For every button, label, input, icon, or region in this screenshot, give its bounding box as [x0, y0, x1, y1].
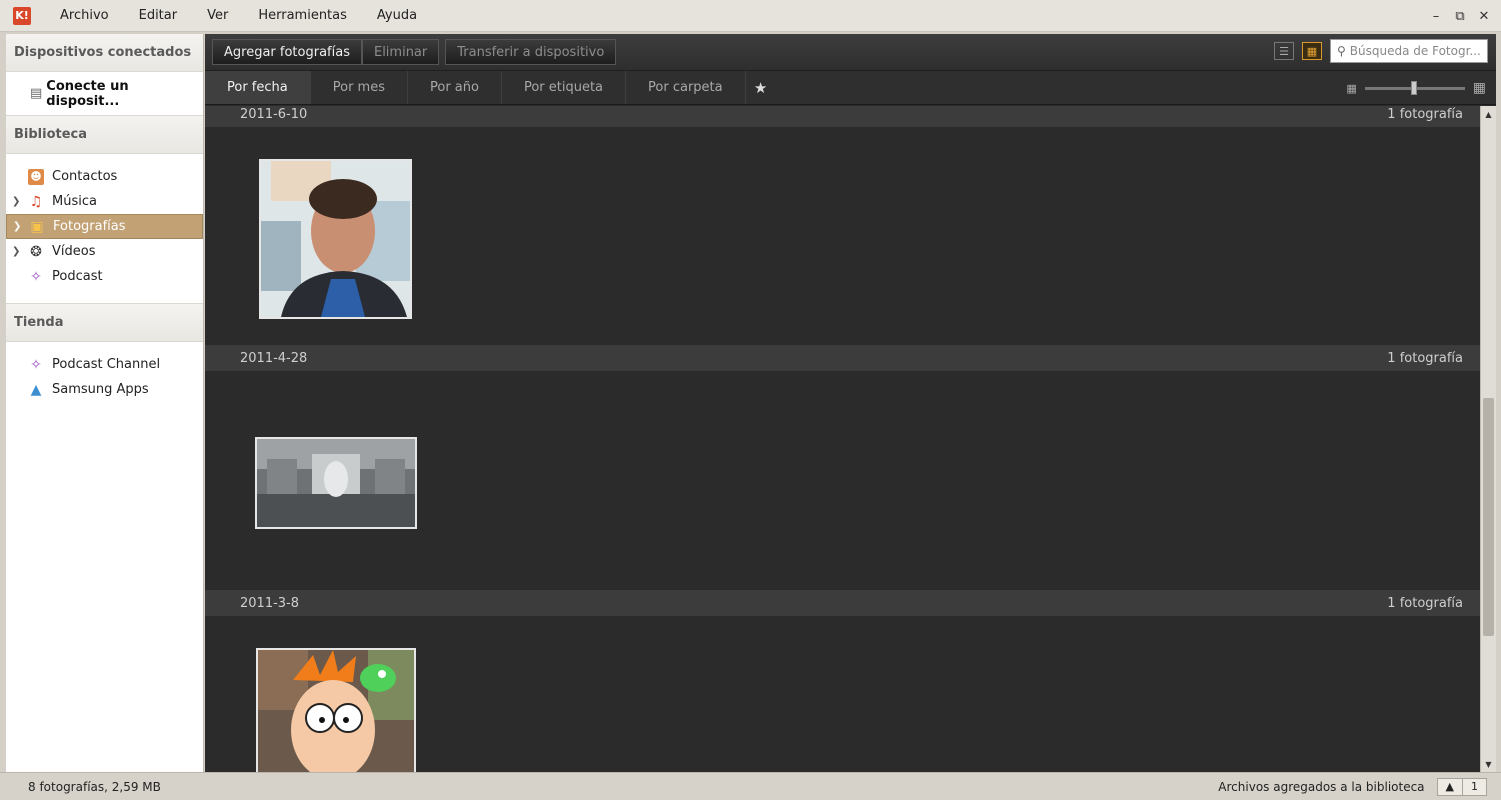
menu-ayuda[interactable]: Ayuda: [362, 0, 432, 32]
add-photos-button[interactable]: Agregar fotografías: [212, 39, 362, 65]
toolbar-right: ☰ ▦ ⚲ Búsqueda de Fotogr...: [1274, 39, 1488, 63]
podcast-icon: ✧: [30, 268, 42, 285]
small-grid-icon[interactable]: ▦: [1346, 82, 1356, 95]
status-right: Archivos agregados a la biblioteca ▲ 1: [1218, 777, 1487, 796]
music-icon: ♫: [29, 193, 43, 210]
expand-arrow-icon[interactable]: ❯: [13, 221, 27, 232]
date-group-header: 2011-3-8 1 fotografía: [205, 590, 1480, 616]
photo-thumbnail[interactable]: [256, 648, 416, 772]
sidebar-item-label: Podcast: [52, 269, 103, 284]
cartoon-photo-image: [258, 650, 414, 772]
photo-actions: Agregar fotografías Eliminar: [212, 39, 440, 65]
sort-tabs: Por fecha Por mes Por año Por etiqueta P…: [205, 71, 1496, 105]
transfer-button[interactable]: Transferir a dispositivo: [445, 39, 617, 65]
toolbar: Agregar fotografías Eliminar Transferir …: [205, 34, 1496, 71]
sidebar-item-label: Vídeos: [52, 244, 96, 259]
tab-por-fecha[interactable]: Por fecha: [205, 71, 311, 104]
portrait-photo-image: [261, 161, 410, 317]
connect-device-label: Conecte un disposit...: [46, 78, 129, 109]
status-message: Archivos agregados a la biblioteca: [1218, 779, 1425, 794]
videos-icon: ❂: [30, 243, 42, 260]
podcast-icon: ✧: [30, 356, 42, 373]
status-bar: 8 fotografías, 2,59 MB Archivos agregado…: [0, 772, 1501, 800]
sidebar-item-label: Contactos: [52, 169, 118, 184]
group-count: 1 fotografía: [1387, 595, 1463, 611]
sidebar-item-label: Música: [52, 194, 97, 209]
photo-thumbnail[interactable]: [255, 437, 417, 529]
expand-arrow-icon[interactable]: ❯: [12, 196, 26, 207]
vertical-scrollbar[interactable]: ▲ ▼: [1480, 106, 1496, 772]
store-list: ✧ Podcast Channel ▲ Samsung Apps: [6, 342, 203, 416]
large-grid-icon[interactable]: ▦: [1473, 80, 1486, 96]
window-controls: – ⧉ ✕: [1425, 0, 1495, 32]
sidebar-item-label: Podcast Channel: [52, 357, 161, 372]
grid-view-icon[interactable]: ▦: [1302, 42, 1322, 60]
menu-editar[interactable]: Editar: [124, 0, 193, 32]
tab-por-ano[interactable]: Por año: [408, 71, 502, 104]
expand-arrow-icon[interactable]: ❯: [12, 246, 26, 257]
device-icon: ▤: [30, 86, 43, 101]
sidebar-item-fotografias[interactable]: ❯ ▣ Fotografías: [6, 214, 203, 239]
search-input[interactable]: ⚲ Búsqueda de Fotogr...: [1330, 39, 1488, 63]
apps-icon: ▲: [30, 381, 42, 398]
interior-photo-image: [257, 439, 415, 527]
restore-icon[interactable]: ⧉: [1449, 5, 1471, 27]
group-count: 1 fotografía: [1387, 350, 1463, 366]
list-view-icon[interactable]: ☰: [1274, 42, 1294, 60]
sidebar-item-samsung-apps[interactable]: ▲ Samsung Apps: [6, 377, 203, 402]
app-logo: K!: [13, 6, 31, 25]
store-header: Tienda: [6, 304, 203, 342]
page-up-icon[interactable]: ▲: [1438, 780, 1462, 793]
date-group-header: 2011-6-10 1 fotografía: [205, 106, 1480, 127]
sidebar-item-musica[interactable]: ❯ ♫ Música: [6, 189, 203, 214]
delete-button[interactable]: Eliminar: [361, 39, 440, 65]
group-count: 1 fotografía: [1387, 106, 1463, 122]
zoom-slider-handle[interactable]: [1410, 80, 1417, 95]
sidebar: Dispositivos conectados ▤ Conecte un dis…: [6, 34, 204, 772]
close-icon[interactable]: ✕: [1473, 5, 1495, 27]
sidebar-item-label: Fotografías: [53, 219, 126, 234]
photo-grid: 2011-6-10 1 fotografía 2011-4-28 1 fotog…: [205, 106, 1480, 772]
tab-por-mes[interactable]: Por mes: [311, 71, 408, 104]
minimize-icon[interactable]: –: [1425, 5, 1447, 27]
group-date: 2011-3-8: [240, 595, 300, 611]
library-list: ☻ Contactos ❯ ♫ Música ❯ ▣ Fotografías ❯…: [6, 154, 203, 304]
star-icon[interactable]: ★: [746, 71, 776, 104]
library-summary: 8 fotografías, 2,59 MB: [28, 779, 161, 794]
menu-ver[interactable]: Ver: [192, 0, 243, 32]
tab-por-carpeta[interactable]: Por carpeta: [626, 71, 746, 104]
scroll-down-icon[interactable]: ▼: [1481, 756, 1496, 772]
search-placeholder: Búsqueda de Fotogr...: [1349, 44, 1481, 58]
main-menu: Archivo Editar Ver Herramientas Ayuda: [45, 0, 432, 32]
page-number: 1: [1471, 780, 1478, 793]
connect-device-item[interactable]: ▤ Conecte un disposit...: [6, 72, 203, 116]
scroll-up-icon[interactable]: ▲: [1481, 106, 1496, 122]
devices-header: Dispositivos conectados: [6, 34, 203, 72]
sidebar-item-contactos[interactable]: ☻ Contactos: [6, 164, 203, 189]
photos-icon: ▣: [30, 218, 44, 235]
sidebar-item-videos[interactable]: ❯ ❂ Vídeos: [6, 239, 203, 264]
thumbnail-zoom: ▦ ▦: [1346, 71, 1486, 105]
menu-herramientas[interactable]: Herramientas: [243, 0, 362, 32]
sidebar-item-podcast[interactable]: ✧ Podcast: [6, 264, 203, 289]
zoom-slider[interactable]: [1364, 80, 1465, 95]
page-control[interactable]: ▲ 1: [1436, 777, 1487, 796]
library-header: Biblioteca: [6, 116, 203, 154]
sidebar-item-podcast-channel[interactable]: ✧ Podcast Channel: [6, 352, 203, 377]
group-date: 2011-4-28: [240, 350, 308, 366]
menu-bar: K! Archivo Editar Ver Herramientas Ayuda…: [0, 0, 1501, 32]
scroll-thumb[interactable]: [1483, 398, 1494, 636]
contacts-icon: ☻: [28, 168, 44, 185]
sidebar-item-label: Samsung Apps: [52, 382, 149, 397]
menu-archivo[interactable]: Archivo: [45, 0, 124, 32]
tab-por-etiqueta[interactable]: Por etiqueta: [502, 71, 627, 104]
main-panel: Agregar fotografías Eliminar Transferir …: [205, 34, 1496, 772]
date-group-header: 2011-4-28 1 fotografía: [205, 345, 1480, 371]
search-icon: ⚲: [1337, 44, 1346, 58]
group-date: 2011-6-10: [240, 106, 308, 122]
photo-thumbnail[interactable]: [259, 159, 412, 319]
